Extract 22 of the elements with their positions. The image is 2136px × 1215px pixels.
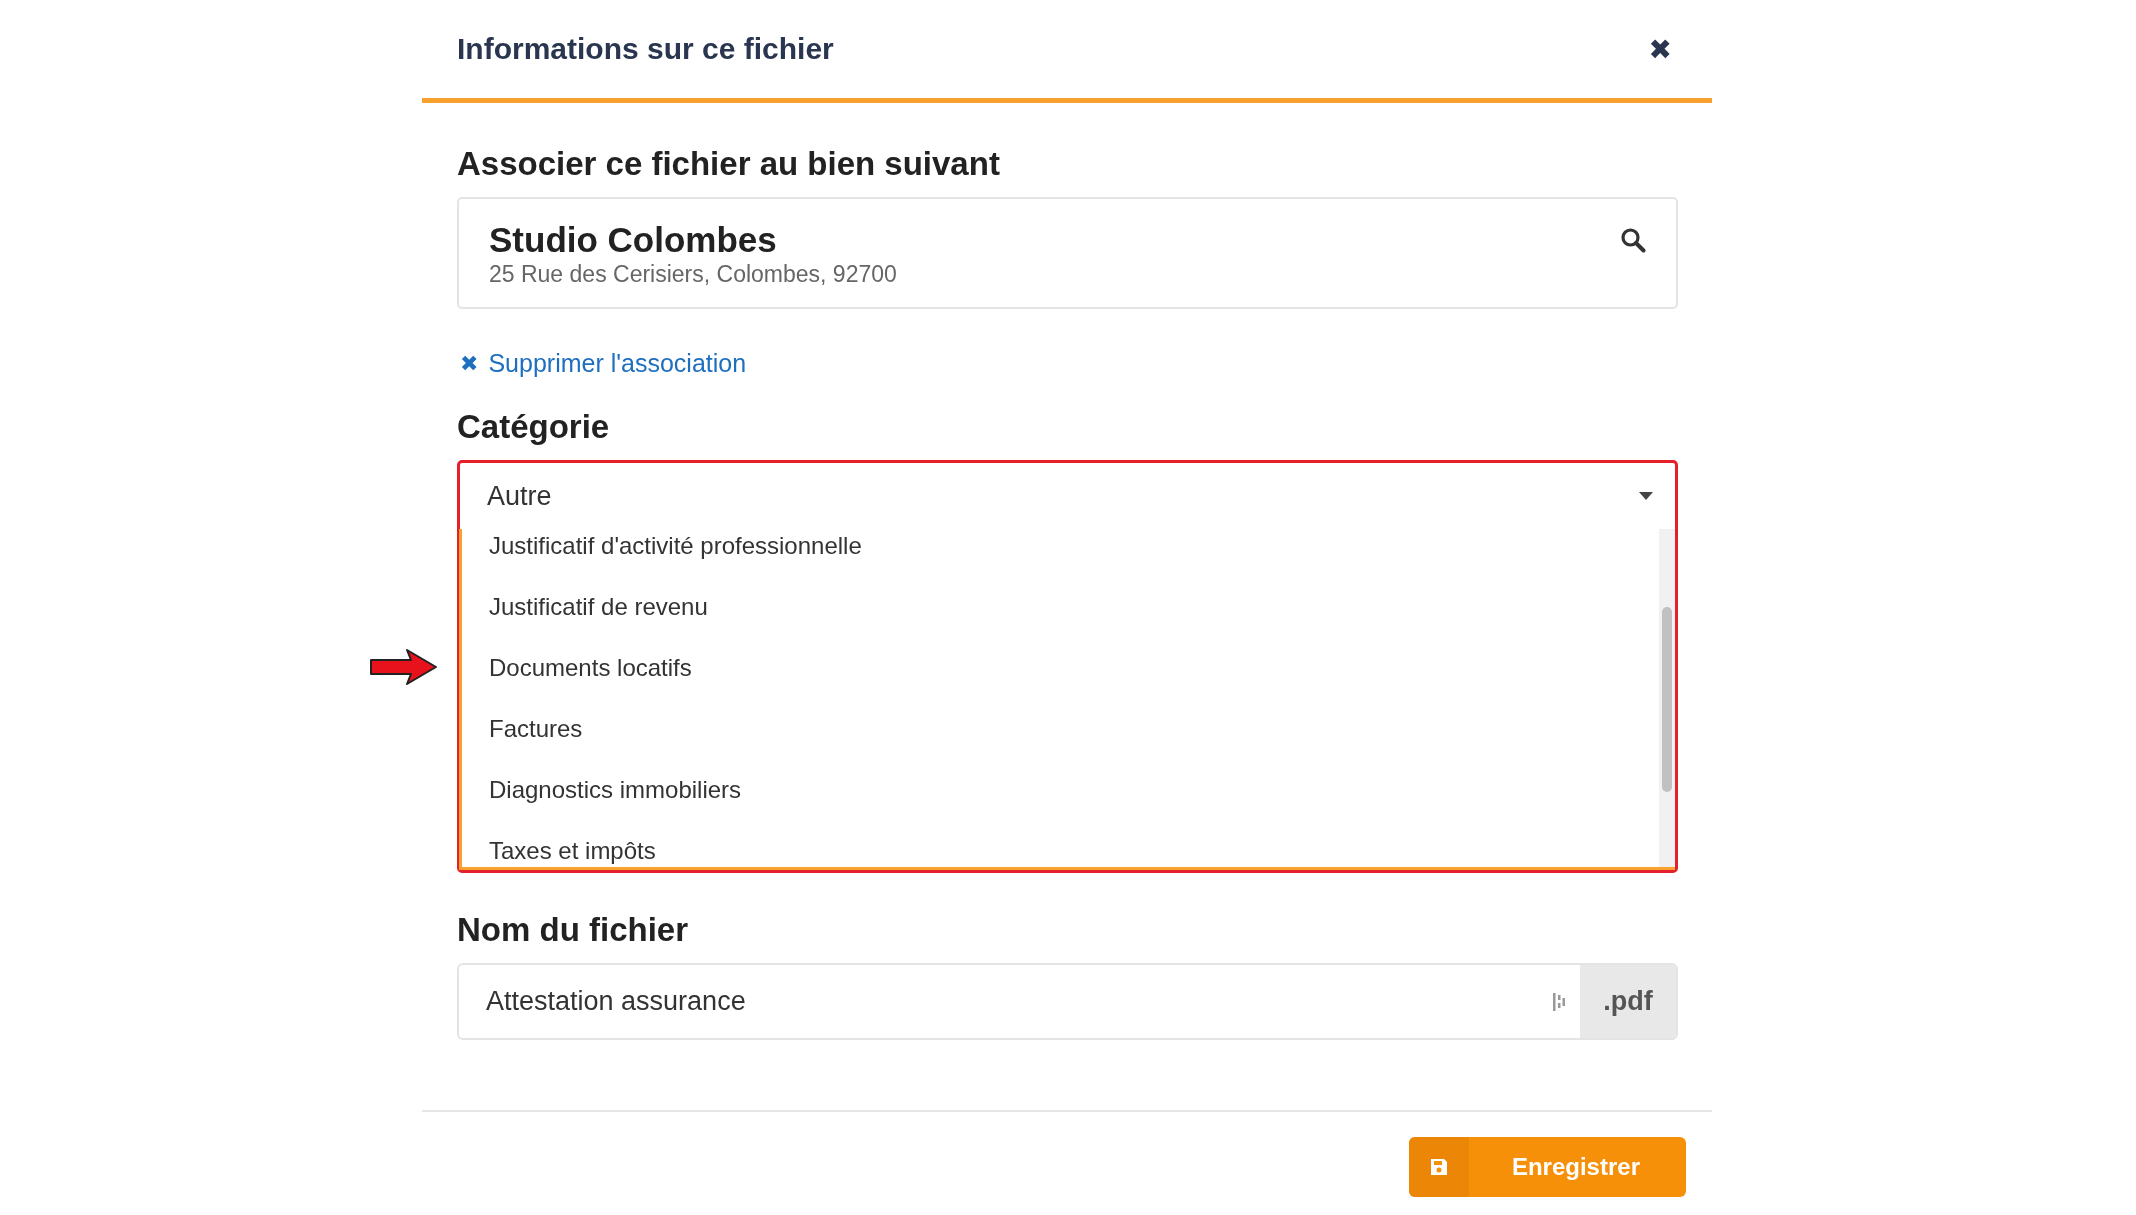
caret-icon xyxy=(1639,492,1653,500)
option-item[interactable]: Justificatif de revenu xyxy=(489,576,1659,637)
scrollbar[interactable] xyxy=(1659,529,1675,867)
property-address: 25 Rue des Cerisiers, Colombes, 92700 xyxy=(489,260,897,288)
remove-association-link[interactable]: Supprimer l'association xyxy=(488,349,747,378)
section-heading: Nom du fichier xyxy=(457,911,690,949)
section-heading: Associer ce fichier au bien suivant xyxy=(457,145,1001,183)
option-item[interactable]: Diagnostics immobiliers xyxy=(489,759,1659,820)
property-field[interactable]: Studio Colombes 25 Rue des Cerisiers, Colombes, 92700 xyxy=(457,197,1678,309)
remove-icon[interactable]: ✖ xyxy=(460,351,479,376)
scrollbar-thumb[interactable] xyxy=(1662,607,1672,792)
option-item[interactable]: Taxes et impôts xyxy=(489,820,1659,867)
option-item[interactable]: Justificatif d'activité professionnelle xyxy=(489,529,1659,576)
dialog-title: Informations sur ce fichier xyxy=(457,32,834,66)
close-button[interactable]: ✖ xyxy=(1648,32,1672,66)
search-icon[interactable] xyxy=(1620,227,1646,253)
property-name: Studio Colombes xyxy=(489,218,778,261)
save-icon xyxy=(1428,1157,1449,1177)
section-heading: Catégorie xyxy=(457,408,611,446)
option-item[interactable]: Documents locatifs xyxy=(489,637,1659,698)
option-item[interactable]: Factures xyxy=(489,698,1659,759)
category-dropdown[interactable]: Autre Justificatif d'activité professionnelle Justificatif de revenu Documents locatifs Factures Diagnostics immobiliers Taxes et impôts xyxy=(457,460,1678,873)
